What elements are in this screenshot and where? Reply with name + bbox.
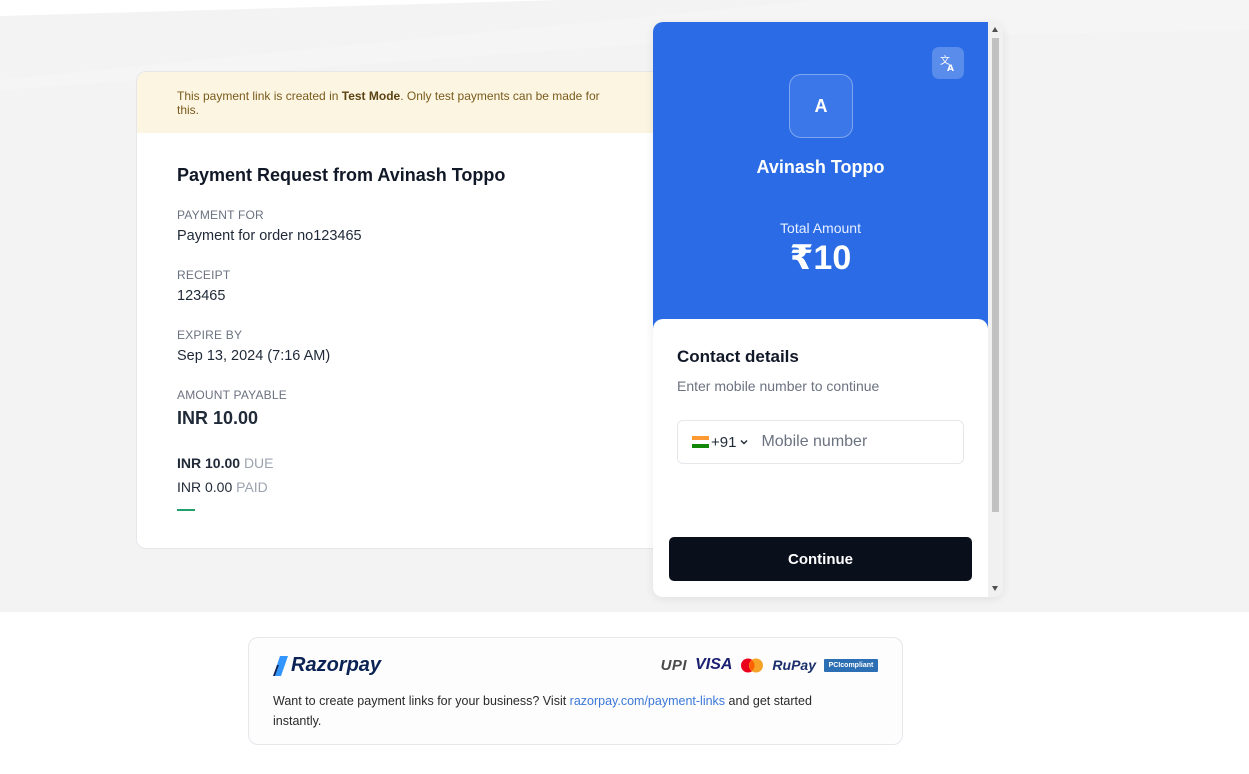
- receipt-value: 123465: [177, 288, 226, 304]
- phone-field: +91: [677, 420, 964, 464]
- expire-by-value: Sep 13, 2024 (7:16 AM): [177, 348, 331, 364]
- due-tag: DUE: [243, 455, 274, 471]
- details-body: Payment Request from Avinash Toppo PAYME…: [137, 133, 675, 511]
- test-banner-text-before: This payment link is created in: [177, 89, 342, 103]
- svg-text:A: A: [947, 64, 954, 72]
- amount-payable-value: INR 10.00: [177, 408, 259, 428]
- test-mode-banner: This payment link is created in Test Mod…: [137, 72, 657, 133]
- total-amount-value: ₹10: [789, 239, 852, 277]
- country-code[interactable]: +91: [711, 434, 736, 451]
- contact-details-section: Contact details Enter mobile number to c…: [653, 319, 988, 597]
- translate-icon: 文 A: [940, 54, 954, 72]
- continue-button[interactable]: Continue: [669, 537, 972, 581]
- merchant-avatar: A: [789, 74, 853, 138]
- mastercard-icon: [741, 658, 764, 672]
- paid-tag: PAID: [236, 479, 268, 495]
- checkout-header: 文 A A Avinash Toppo Total Amount ₹10: [653, 22, 988, 332]
- paid-amount: INR 0.00: [177, 479, 233, 495]
- pci-compliant-badge: PCIcompliant: [824, 658, 878, 672]
- payment-links-link[interactable]: razorpay.com/payment-links: [570, 694, 725, 708]
- paid-line: INR 0.00 PAID: [177, 479, 635, 495]
- merchant-name: Avinash Toppo: [756, 157, 885, 177]
- total-amount-label: Total Amount: [780, 220, 861, 236]
- payment-details-card: This payment link is created in Test Mod…: [136, 71, 676, 549]
- upi-logo: UPI: [660, 656, 688, 674]
- expire-by-label: EXPIRE BY: [177, 328, 243, 342]
- razorpay-mark-icon: [273, 655, 288, 676]
- contact-details-title: Contact details: [677, 347, 799, 366]
- rupay-logo: RuPay: [772, 657, 816, 673]
- due-line: INR 10.00 DUE: [177, 455, 635, 471]
- test-mode-label: Test Mode: [341, 89, 401, 103]
- amount-payable-label: AMOUNT PAYABLE: [177, 388, 287, 402]
- payment-for-label: PAYMENT FOR: [177, 208, 264, 222]
- payment-progress-bar: [177, 509, 195, 511]
- razorpay-brand: Razorpay: [291, 654, 382, 676]
- scroll-thumb[interactable]: [992, 38, 999, 512]
- request-title: Payment Request from Avinash Toppo: [177, 165, 506, 185]
- chevron-down-icon[interactable]: [739, 437, 749, 447]
- india-flag-icon: [692, 436, 709, 448]
- receipt-label: RECEIPT: [177, 268, 231, 282]
- payment-for-value: Payment for order no123465: [177, 228, 362, 244]
- footer-card: Razorpay UPI VISA RuPay PCIcompliant Wan…: [248, 637, 903, 745]
- razorpay-logo: Razorpay: [273, 654, 381, 677]
- checkout-panel: 文 A A Avinash Toppo Total Amount ₹10 Con…: [653, 22, 1003, 597]
- scroll-down-arrow-icon[interactable]: [992, 586, 998, 591]
- footer-message: Want to create payment links for your bu…: [273, 691, 863, 731]
- scrollbar[interactable]: [988, 22, 1003, 597]
- mobile-number-input[interactable]: [761, 433, 952, 451]
- visa-logo: VISA: [695, 656, 733, 673]
- due-amount: INR 10.00: [177, 455, 241, 471]
- footer-text-before: Want to create payment links for your bu…: [273, 694, 570, 708]
- contact-details-subtitle: Enter mobile number to continue: [677, 378, 880, 394]
- language-button[interactable]: 文 A: [932, 47, 964, 79]
- scroll-up-arrow-icon[interactable]: [992, 27, 998, 32]
- payment-methods: UPI VISA RuPay PCIcompliant: [661, 656, 878, 674]
